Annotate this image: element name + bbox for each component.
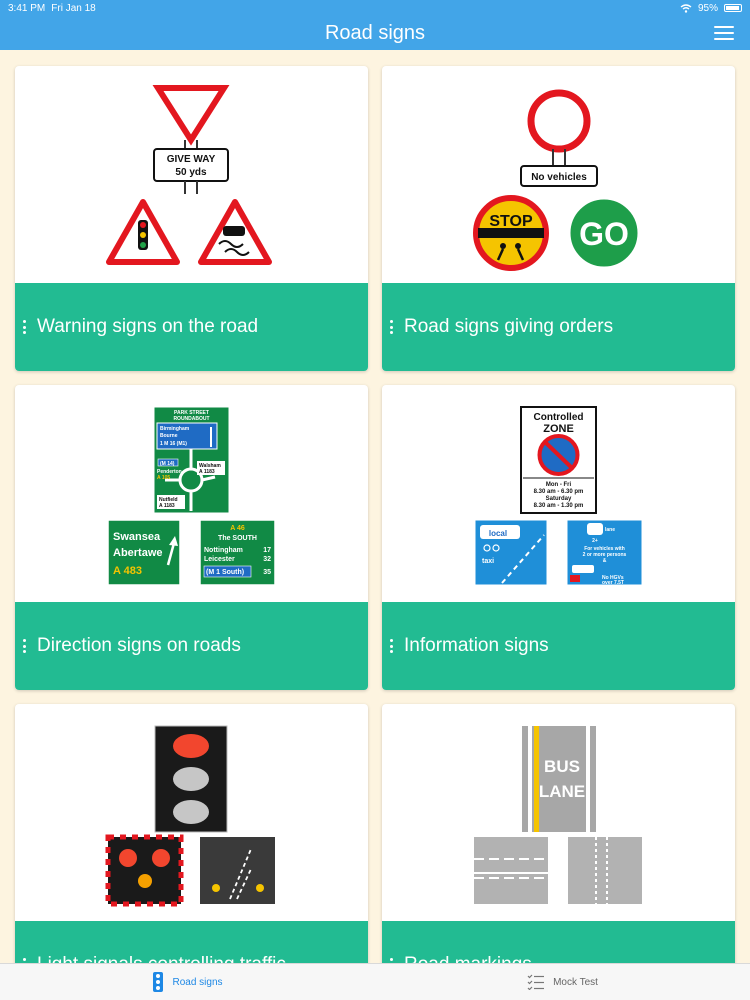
tab-mock-test[interactable]: Mock Test xyxy=(375,964,750,1000)
cz-time1: 8.30 am - 6.30 pm xyxy=(534,489,584,495)
cz-sat: Saturday xyxy=(546,496,572,502)
rb-a105: A 105 xyxy=(157,475,170,481)
rb-m16: 1 M 16 (M1) xyxy=(160,441,187,447)
card-label: Information signs xyxy=(404,635,549,656)
go-text: GO xyxy=(579,216,629,252)
rb-a1183b: A 1183 xyxy=(159,503,175,509)
give-way-text: GIVE WAY xyxy=(167,154,216,165)
card-footer: Information signs xyxy=(382,602,735,690)
card-label: Direction signs on roads xyxy=(37,635,241,656)
cz-days: Mon - Fri xyxy=(546,482,572,488)
tab-bar: Road signs Mock Test xyxy=(0,963,750,1000)
sw-abertawe: Abertawe xyxy=(113,547,163,559)
card-footer: Road signs giving orders xyxy=(382,283,735,371)
status-bar: 3:41 PM Fri Jan 18 95% xyxy=(0,0,750,16)
order-signs-image: No vehicles STOP GO xyxy=(473,89,641,271)
information-signs-image: Controlled ZONE Mon - Fri 8.30 am - 6.30… xyxy=(474,406,643,586)
give-way-distance: 50 yds xyxy=(175,167,207,178)
tab-label: Mock Test xyxy=(553,976,598,988)
pr-32: 32 xyxy=(263,556,271,563)
cz-line1: Controlled xyxy=(534,412,584,423)
road-markings-image: BUS LANE xyxy=(474,726,642,904)
status-time: 3:41 PM xyxy=(8,2,46,14)
card-label: Warning signs on the road xyxy=(37,316,259,337)
card-label: Road signs giving orders xyxy=(404,316,614,337)
hgv-line2: over 7.5T xyxy=(602,580,624,586)
drag-handle-icon xyxy=(19,639,29,653)
pr-south: The SOUTH xyxy=(218,535,257,542)
rb-bourne: Bourne xyxy=(160,433,178,439)
sw-swansea: Swansea xyxy=(113,531,161,543)
card-warning-signs[interactable]: GIVE WAY 50 yds Warning signs on the roa… xyxy=(15,66,368,371)
rb-birm: Birmingham xyxy=(160,426,190,432)
tab-label: Road signs xyxy=(172,976,223,988)
drag-handle-icon xyxy=(19,320,29,334)
lane-marking-text: LANE xyxy=(539,782,585,801)
battery-icon xyxy=(724,4,742,12)
pr-a46: A 46 xyxy=(230,525,245,532)
drag-handle-icon xyxy=(386,639,396,653)
pr-m1: (M 1 South) xyxy=(206,569,244,576)
local-text: local xyxy=(489,529,507,538)
page-title: Road signs xyxy=(324,21,426,44)
card-order-signs[interactable]: No vehicles STOP GO Road signs giving or… xyxy=(382,66,735,371)
wifi-icon xyxy=(680,3,692,13)
rb-title2: ROUNDABOUT xyxy=(173,416,209,422)
rb-m14: (M 14) xyxy=(160,461,175,467)
lane-number: 2+ xyxy=(592,538,598,544)
checklist-icon xyxy=(527,974,545,990)
card-light-signals[interactable]: Light signals controlling traffic xyxy=(15,704,368,1000)
card-direction-signs[interactable]: PARK STREET ROUNDABOUT Birmingham Bourne… xyxy=(15,385,368,690)
card-information-signs[interactable]: Controlled ZONE Mon - Fri 8.30 am - 6.30… xyxy=(382,385,735,690)
battery-percent: 95% xyxy=(697,2,718,14)
pr-nott: Nottingham xyxy=(204,547,243,554)
no-vehicles-text: No vehicles xyxy=(531,172,587,183)
taxi-text: taxi xyxy=(482,558,494,565)
tab-road-signs[interactable]: Road signs xyxy=(0,964,375,1000)
stop-text: STOP xyxy=(489,213,533,230)
traffic-light-icon xyxy=(153,972,164,992)
sw-a483: A 483 xyxy=(113,565,142,577)
drag-handle-icon xyxy=(386,320,396,334)
direction-signs-image: PARK STREET ROUNDABOUT Birmingham Bourne… xyxy=(107,406,276,586)
rb-a1183a: A 1183 xyxy=(199,469,215,475)
pr-35: 35 xyxy=(263,569,271,576)
pr-leic: Leicester xyxy=(204,556,235,563)
category-grid: GIVE WAY 50 yds Warning signs on the roa… xyxy=(15,66,735,1000)
nav-bar: Road signs xyxy=(0,16,750,50)
bus-text: BUS xyxy=(544,757,580,776)
status-date: Fri Jan 18 xyxy=(51,2,96,14)
light-signals-image xyxy=(105,725,275,907)
cz-time2: 8.30 am - 1.30 pm xyxy=(534,503,584,509)
pr-17: 17 xyxy=(263,547,271,554)
cz-line2: ZONE xyxy=(543,423,574,435)
lane-text: lane xyxy=(605,527,615,533)
lane-veh3: & xyxy=(603,558,607,564)
card-footer: Warning signs on the road xyxy=(15,283,368,371)
warning-signs-image: GIVE WAY 50 yds xyxy=(106,85,272,265)
hamburger-menu-icon[interactable] xyxy=(714,24,734,42)
card-footer: Direction signs on roads xyxy=(15,602,368,690)
card-road-markings[interactable]: BUS LANE Road markings xyxy=(382,704,735,1000)
